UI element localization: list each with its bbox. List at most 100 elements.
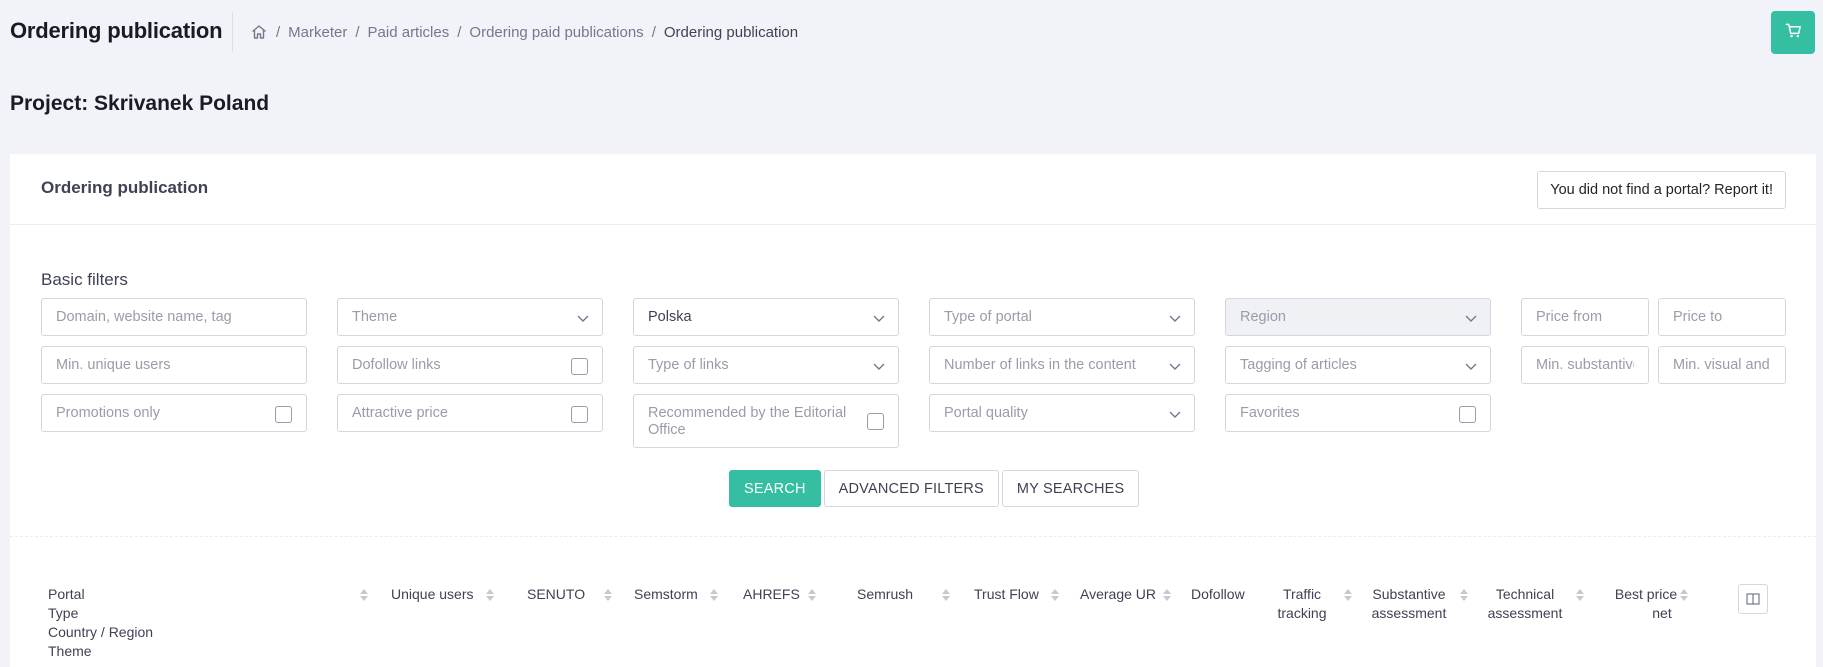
theme-header-label: Theme — [48, 643, 92, 659]
favorites-filter[interactable]: Favorites — [1225, 394, 1491, 432]
min-substantive-input[interactable] — [1521, 346, 1649, 384]
attractive-price-filter[interactable]: Attractive price — [337, 394, 603, 432]
chevron-down-icon — [1465, 363, 1477, 370]
country-select-value: Polska — [648, 309, 692, 325]
column-header-ahrefs[interactable]: AHREFS — [743, 585, 800, 604]
dofollow-links-filter[interactable]: Dofollow links — [337, 346, 603, 384]
sort-average-ur-icon[interactable] — [1163, 589, 1171, 601]
breadcrumb-paid-articles[interactable]: Paid articles — [368, 24, 450, 41]
substantive-assessment-label-line1: Substantive — [1372, 586, 1446, 602]
theme-select[interactable]: Theme — [337, 298, 603, 336]
sort-best-price-icon[interactable] — [1680, 589, 1688, 601]
attractive-price-checkbox[interactable] — [571, 406, 588, 423]
type-of-links-select[interactable]: Type of links — [633, 346, 899, 384]
breadcrumb-separator: / — [651, 23, 656, 41]
column-header-traffic-tracking[interactable]: Traffic tracking — [1266, 585, 1338, 623]
sort-semstorm-icon[interactable] — [710, 589, 718, 601]
portal-quality-select[interactable]: Portal quality — [929, 394, 1195, 432]
min-visual-input[interactable] — [1658, 346, 1786, 384]
dofollow-links-label: Dofollow links — [352, 357, 441, 373]
chevron-down-icon — [1169, 363, 1181, 370]
substantive-assessment-label-line2: assessment — [1371, 605, 1447, 621]
tagging-of-articles-select[interactable]: Tagging of articles — [1225, 346, 1491, 384]
advanced-filters-button[interactable]: ADVANCED FILTERS — [823, 470, 999, 507]
column-header-dofollow[interactable]: Dofollow — [1191, 585, 1245, 604]
number-of-links-select[interactable]: Number of links in the content — [929, 346, 1195, 384]
breadcrumb-ordering-paid-publications[interactable]: Ordering paid publications — [469, 24, 643, 41]
sort-technical-assessment-icon[interactable] — [1576, 589, 1584, 601]
technical-assessment-label-line2: assessment — [1487, 605, 1563, 621]
recommended-label: Recommended by the Editorial Office — [648, 405, 847, 438]
chevron-down-icon — [873, 363, 885, 370]
type-of-links-label: Type of links — [648, 357, 729, 373]
sort-substantive-assessment-icon[interactable] — [1460, 589, 1468, 601]
sort-trust-flow-icon[interactable] — [1051, 589, 1059, 601]
card-header: Ordering publication You did not find a … — [10, 154, 1816, 225]
cart-icon — [1785, 22, 1802, 44]
basic-filters-label: Basic filters — [41, 270, 128, 289]
promotions-only-checkbox[interactable] — [275, 406, 292, 423]
best-price-label-line1: Best price — [1614, 586, 1678, 602]
cart-button[interactable] — [1771, 11, 1815, 54]
sort-portal-icon[interactable] — [360, 589, 368, 601]
breadcrumb-separator: / — [276, 23, 281, 41]
sort-senuto-icon[interactable] — [604, 589, 612, 601]
price-to-input[interactable] — [1658, 298, 1786, 336]
sort-semrush-icon[interactable] — [942, 589, 950, 601]
chevron-down-icon — [873, 315, 885, 322]
min-unique-users-input[interactable] — [41, 346, 307, 384]
column-header-portal[interactable]: Portal Type Country / Region Theme — [48, 585, 153, 661]
header-divider — [232, 12, 233, 52]
portal-quality-label: Portal quality — [944, 405, 1028, 421]
column-toggle-button[interactable] — [1738, 584, 1768, 614]
project-title: Project: Skrivanek Poland — [10, 92, 270, 115]
column-header-semrush[interactable]: Semrush — [857, 585, 913, 604]
price-from-input[interactable] — [1521, 298, 1649, 336]
report-portal-button[interactable]: You did not find a portal? Report it! — [1537, 171, 1786, 209]
column-header-technical-assessment[interactable]: Technical assessment — [1482, 585, 1568, 623]
column-header-best-price[interactable]: Best price net — [1608, 585, 1684, 623]
page-title: Ordering publication — [10, 18, 223, 43]
domain-search-input[interactable] — [41, 298, 307, 336]
column-header-semstorm[interactable]: Semstorm — [634, 585, 698, 604]
sort-ahrefs-icon[interactable] — [808, 589, 816, 601]
column-header-trust-flow[interactable]: Trust Flow — [974, 585, 1039, 604]
region-select-label: Region — [1240, 309, 1286, 325]
column-header-senuto[interactable]: SENUTO — [527, 585, 585, 604]
country-select[interactable]: Polska — [633, 298, 899, 336]
column-header-average-ur[interactable]: Average UR — [1080, 585, 1156, 604]
chevron-down-icon — [1169, 315, 1181, 322]
columns-icon — [1746, 593, 1760, 605]
portal-header-label: Portal — [48, 586, 85, 602]
home-icon[interactable] — [250, 23, 268, 41]
tagging-of-articles-label: Tagging of articles — [1240, 357, 1357, 373]
chevron-down-icon — [1465, 315, 1477, 322]
breadcrumb-separator: / — [457, 23, 462, 41]
recommended-filter[interactable]: Recommended by the Editorial Office — [633, 394, 899, 448]
search-button[interactable]: SEARCH — [729, 470, 821, 507]
region-select: Region — [1225, 298, 1491, 336]
dofollow-links-checkbox[interactable] — [571, 358, 588, 375]
top-bar: Ordering publication / Marketer / Paid a… — [0, 0, 1823, 66]
favorites-label: Favorites — [1240, 405, 1300, 421]
country-region-header-label: Country / Region — [48, 624, 154, 640]
sort-unique-users-icon[interactable] — [486, 589, 494, 601]
column-header-unique-users[interactable]: Unique users — [391, 585, 474, 604]
breadcrumb-marketer[interactable]: Marketer — [288, 24, 347, 41]
breadcrumb-separator: / — [355, 23, 360, 41]
best-price-label-line2: net — [1652, 605, 1672, 621]
promotions-only-filter[interactable]: Promotions only — [41, 394, 307, 432]
my-searches-button[interactable]: MY SEARCHES — [1001, 470, 1140, 507]
column-header-substantive-assessment[interactable]: Substantive assessment — [1366, 585, 1452, 623]
type-header-label: Type — [48, 605, 79, 621]
breadcrumb: / Marketer / Paid articles / Ordering pa… — [250, 23, 798, 41]
traffic-tracking-label-line2: tracking — [1277, 605, 1327, 621]
sort-traffic-tracking-icon[interactable] — [1344, 589, 1352, 601]
favorites-checkbox[interactable] — [1459, 406, 1476, 423]
portal-type-select-label: Type of portal — [944, 309, 1032, 325]
portal-type-select[interactable]: Type of portal — [929, 298, 1195, 336]
recommended-checkbox[interactable] — [867, 413, 884, 430]
number-of-links-label: Number of links in the content — [944, 357, 1136, 373]
theme-select-label: Theme — [352, 309, 398, 325]
chevron-down-icon — [577, 315, 589, 322]
